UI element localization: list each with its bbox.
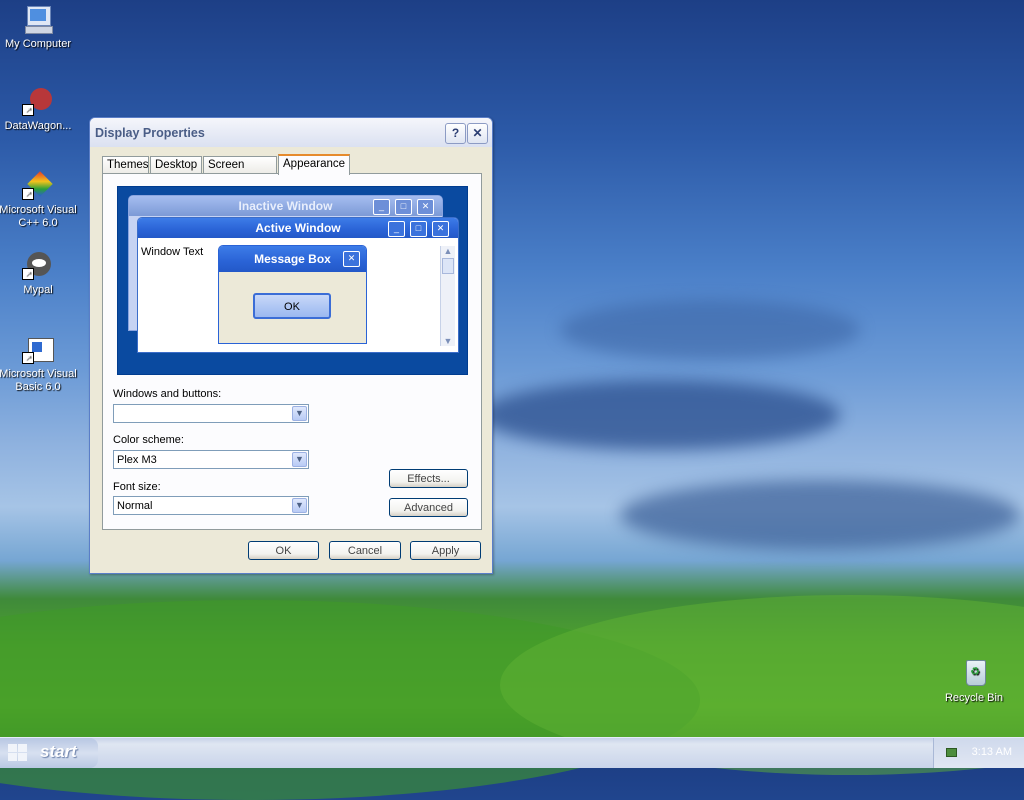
maximize-icon: □ — [395, 199, 412, 215]
desktop-icon-label: My Computer — [4, 38, 72, 50]
minimize-icon: _ — [373, 199, 390, 215]
dropdown-arrow-icon[interactable]: ▼ — [292, 406, 307, 421]
cancel-button[interactable]: Cancel — [329, 541, 401, 560]
effects-button[interactable]: Effects... — [389, 469, 468, 488]
preview-scrollbar: ▲ ▼ — [440, 246, 455, 346]
desktop-icon-label: Microsoft Visual — [0, 204, 77, 216]
desktop-icon-label: DataWagon... — [4, 120, 72, 132]
color-scheme-label: Color scheme: — [113, 434, 184, 446]
tab-desktop[interactable]: Desktop — [150, 156, 202, 174]
dropdown-arrow-icon[interactable]: ▼ — [292, 452, 307, 467]
ok-button[interactable]: OK — [248, 541, 319, 560]
desktop-icon-datawagon[interactable]: ↗ DataWagon... — [0, 86, 78, 133]
desktop-icon-recycle-bin[interactable]: ♻ Recycle Bin — [934, 658, 1014, 705]
clock[interactable]: 3:13 AM — [972, 746, 1012, 758]
datawagon-icon: ↗ — [22, 86, 54, 118]
mypal-icon: ↗ — [22, 250, 54, 282]
maximize-icon: □ — [410, 221, 427, 237]
desktop-icon-my-computer[interactable]: My Computer — [0, 4, 78, 51]
visual-cpp-icon: ↗ — [22, 170, 54, 202]
appearance-panel: Inactive Window _ □ ✕ Active Window _ □ … — [102, 173, 482, 530]
dialog-titlebar[interactable]: Display Properties ? ✕ — [90, 118, 492, 147]
tab-screen-saver[interactable]: Screen Saver — [203, 156, 277, 188]
advanced-button[interactable]: Advanced — [389, 498, 468, 517]
close-icon: ✕ — [417, 199, 434, 215]
minimize-icon: _ — [388, 221, 405, 237]
font-size-label: Font size: — [113, 481, 161, 493]
preview-ok-button: OK — [253, 293, 331, 319]
desktop-icon-mypal[interactable]: ↗ Mypal — [0, 250, 78, 297]
desktop-icon-label: C++ 6.0 — [18, 217, 58, 229]
dialog-title: Display Properties — [95, 126, 205, 140]
windows-buttons-label: Windows and buttons: — [113, 388, 222, 400]
start-label: start — [40, 742, 77, 761]
system-tray: 3:13 AM — [933, 738, 1024, 768]
appearance-preview: Inactive Window _ □ ✕ Active Window _ □ … — [117, 186, 468, 375]
tab-themes[interactable]: Themes — [102, 156, 149, 174]
desktop-icon-label: Mypal — [23, 284, 53, 296]
desktop-icon-visual-basic[interactable]: ↗ Microsoft Visual Basic 6.0 — [0, 334, 78, 394]
scroll-thumb — [442, 258, 454, 274]
dropdown-arrow-icon[interactable]: ▼ — [292, 498, 307, 513]
network-icon[interactable] — [944, 745, 958, 759]
windows-logo-icon — [8, 744, 28, 762]
color-scheme-value: Plex M3 — [117, 454, 157, 466]
recycle-bin-icon: ♻ — [958, 658, 990, 690]
tab-appearance[interactable]: Appearance — [278, 154, 350, 175]
font-size-select[interactable]: Normal ▼ — [113, 496, 309, 515]
display-properties-dialog: Display Properties ? ✕ Themes Desktop Sc… — [89, 117, 493, 574]
close-icon: ✕ — [343, 251, 360, 267]
scroll-up-icon: ▲ — [443, 246, 453, 256]
apply-button[interactable]: Apply — [410, 541, 481, 560]
preview-message-box: Message Box ✕ OK — [218, 245, 367, 344]
color-scheme-select[interactable]: Plex M3 ▼ — [113, 450, 309, 469]
font-size-value: Normal — [117, 500, 153, 512]
desktop-icon-label: Basic 6.0 — [15, 381, 61, 393]
desktop-icon-visual-cpp[interactable]: ↗ Microsoft Visual C++ 6.0 — [0, 170, 78, 230]
windows-buttons-select[interactable]: ▼ — [113, 404, 309, 423]
desktop-icon-label: Recycle Bin — [944, 692, 1004, 704]
taskbar: start 3:13 AM — [0, 737, 1024, 768]
scroll-down-icon: ▼ — [443, 336, 453, 346]
help-button[interactable]: ? — [445, 123, 466, 144]
close-button[interactable]: ✕ — [467, 123, 488, 144]
start-button[interactable]: start — [0, 738, 98, 768]
preview-window-text: Window Text — [141, 246, 204, 258]
close-icon: ✕ — [432, 221, 449, 237]
visual-basic-icon: ↗ — [22, 334, 54, 366]
my-computer-icon — [22, 4, 54, 36]
desktop-icon-label: Microsoft Visual — [0, 368, 77, 380]
